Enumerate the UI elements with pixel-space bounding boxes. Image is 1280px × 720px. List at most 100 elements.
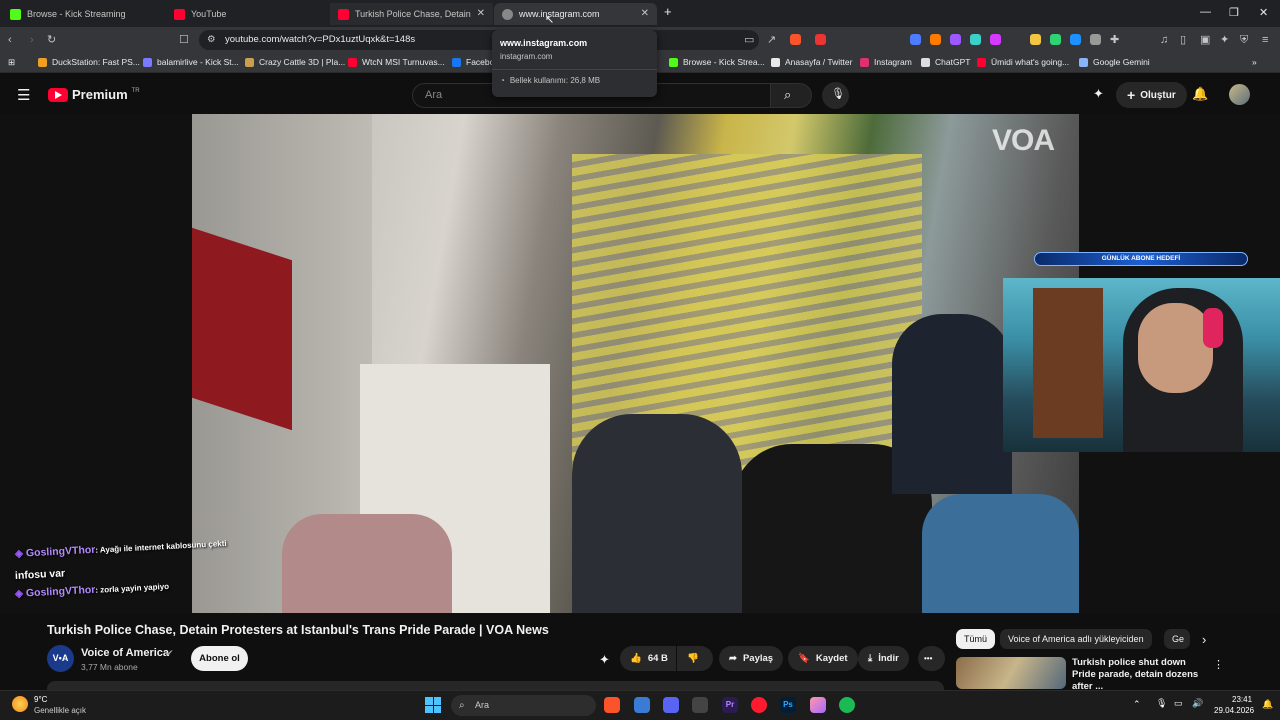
weather-icon[interactable]: [12, 696, 28, 712]
close-icon[interactable]: ✕: [641, 8, 649, 19]
bookmark-item[interactable]: Anasayfa / Twitter: [771, 57, 852, 67]
recommended-title[interactable]: Turkish police shut down Pride parade, d…: [1072, 657, 1207, 693]
bookmark-item[interactable]: Browse - Kick Strea...: [669, 57, 765, 67]
forward-icon[interactable]: ›: [30, 33, 34, 47]
menu-icon[interactable]: ≡: [1262, 33, 1268, 47]
tab-kick[interactable]: Browse - Kick Streaming: [2, 3, 165, 25]
media-icon[interactable]: ♫: [1160, 33, 1168, 47]
bookmark-item[interactable]: Crazy Cattle 3D | Pla...: [245, 57, 345, 67]
chevron-up-icon[interactable]: ⌃: [1133, 699, 1141, 710]
create-button[interactable]: + Oluştur: [1116, 82, 1187, 108]
clock-time[interactable]: 23:41: [1232, 695, 1252, 704]
bell-icon[interactable]: 🔔: [1192, 86, 1208, 102]
extension-icon[interactable]: [910, 34, 921, 45]
brave-rewards-icon[interactable]: [815, 34, 826, 45]
taskbar-search[interactable]: ⌕ Ara: [451, 695, 596, 716]
youtube-logo[interactable]: Premium TR: [48, 87, 140, 102]
bookmark-item[interactable]: Ümidi what's going...: [977, 57, 1069, 67]
hamburger-menu-icon[interactable]: ☰: [17, 86, 30, 104]
voice-search-button[interactable]: 🎙: [822, 82, 849, 109]
channel-avatar[interactable]: V•A: [47, 645, 74, 672]
ask-icon[interactable]: ✦: [599, 652, 610, 668]
extension-icon[interactable]: [970, 34, 981, 45]
chip-from-uploader[interactable]: Voice of America adlı yükleyiciden: [1000, 629, 1152, 649]
extension-icon[interactable]: [1090, 34, 1101, 45]
site-info-icon[interactable]: ⚙: [207, 30, 216, 50]
extension-icon[interactable]: [950, 34, 961, 45]
leo-icon[interactable]: ✦: [1220, 33, 1229, 47]
share-label: Paylaş: [742, 653, 774, 664]
bookmark-item[interactable]: balamirlive - Kick St...: [143, 57, 239, 67]
more-bookmarks-icon[interactable]: »: [1252, 57, 1257, 67]
extension-icon[interactable]: [930, 34, 941, 45]
apps-icon[interactable]: ⊞: [8, 57, 15, 68]
vpn-icon[interactable]: ⛨: [1240, 33, 1248, 47]
weather-temperature[interactable]: 9°C: [34, 695, 47, 704]
chip-all[interactable]: Tümü: [956, 629, 996, 649]
brave-browser-icon[interactable]: [604, 697, 620, 713]
notifications-icon[interactable]: 🔔: [1262, 699, 1273, 710]
app-icon[interactable]: [810, 697, 826, 713]
premiere-icon[interactable]: Pr: [722, 697, 738, 713]
more-vert-icon[interactable]: ⋮: [1213, 658, 1224, 671]
minimize-icon[interactable]: —: [1200, 6, 1211, 18]
extension-icon[interactable]: [1070, 34, 1081, 45]
search-button[interactable]: ⌕: [770, 83, 812, 108]
recommended-thumbnail[interactable]: [956, 657, 1066, 689]
start-button[interactable]: [425, 697, 441, 713]
brave-leo-icon[interactable]: ✦: [1093, 86, 1104, 102]
bookmark-icon[interactable]: ☐: [179, 33, 189, 47]
chevron-right-icon[interactable]: ›: [1202, 632, 1206, 647]
extension-icon[interactable]: [1050, 34, 1061, 45]
new-tab-button[interactable]: +: [664, 4, 672, 19]
spotify-icon[interactable]: [839, 697, 855, 713]
address-bar[interactable]: ⚙ youtube.com/watch?v=PDx1uztUqxk&t=148s: [199, 30, 759, 50]
save-button[interactable]: 🔖 Kaydet: [788, 646, 858, 671]
app-icon[interactable]: [634, 697, 650, 713]
channel-name[interactable]: Voice of America: [81, 647, 169, 659]
bookmark-item[interactable]: Google Gemini: [1079, 57, 1150, 67]
volume-icon[interactable]: 🔊: [1192, 698, 1203, 709]
brave-shield-icon[interactable]: [790, 34, 801, 45]
bookmark-item[interactable]: Instagram: [860, 57, 912, 67]
avatar[interactable]: [1229, 84, 1250, 105]
back-icon[interactable]: ‹: [8, 33, 12, 47]
share-button[interactable]: ➦ Paylaş: [719, 646, 784, 671]
clock-date[interactable]: 29.04.2026: [1214, 706, 1254, 715]
bookmark-item[interactable]: ChatGPT: [921, 57, 970, 67]
bookmark-item[interactable]: DuckStation: Fast PS...: [38, 57, 140, 67]
more-actions-button[interactable]: •••: [918, 646, 945, 671]
app-icon[interactable]: [692, 697, 708, 713]
wallet-icon[interactable]: ▣: [1200, 33, 1210, 47]
extensions-icon[interactable]: ✚: [1110, 33, 1119, 47]
logo-text: Premium: [72, 87, 128, 102]
microphone-icon[interactable]: 🎙: [1156, 698, 1167, 709]
bookmark-item[interactable]: WtcN MSI Turnuvas...: [348, 57, 445, 67]
subscribe-button[interactable]: Abone ol: [191, 646, 248, 671]
photoshop-icon[interactable]: Ps: [780, 697, 796, 713]
restore-icon[interactable]: ❐: [1229, 6, 1239, 19]
chip-next[interactable]: Ge: [1164, 629, 1190, 649]
network-icon[interactable]: ▭: [1174, 698, 1183, 709]
tab-instagram[interactable]: www.instagram.com ✕: [494, 3, 657, 25]
memory-icon: ◔: [500, 76, 505, 85]
tab-video[interactable]: Turkish Police Chase, Detain Prot ✕: [330, 3, 493, 25]
cast-icon[interactable]: ▭: [744, 33, 754, 47]
tab-youtube[interactable]: YouTube: [166, 3, 329, 25]
like-button[interactable]: 👍 64 B: [620, 646, 676, 671]
share-icon[interactable]: ↗: [767, 33, 776, 47]
opera-icon[interactable]: [751, 697, 767, 713]
video-player[interactable]: VOA GÜNLÜK ABONE HEDEFİ ◈ GoslingVThor: …: [0, 114, 1280, 614]
extension-icon[interactable]: [1030, 34, 1041, 45]
sidebar-icon[interactable]: ▯: [1180, 33, 1186, 47]
dislike-button[interactable]: 👎: [677, 646, 713, 671]
close-icon[interactable]: ✕: [477, 8, 485, 19]
extension-icon[interactable]: [990, 34, 1001, 45]
weather-description[interactable]: Genellikle açık: [34, 706, 86, 715]
bookmark-item[interactable]: Facebo: [452, 57, 494, 67]
video-frame[interactable]: VOA: [192, 114, 1079, 613]
discord-icon[interactable]: [663, 697, 679, 713]
download-button[interactable]: ⤓ İndir: [858, 646, 909, 671]
reload-icon[interactable]: ↻: [47, 33, 56, 47]
close-window-icon[interactable]: ✕: [1259, 6, 1268, 19]
